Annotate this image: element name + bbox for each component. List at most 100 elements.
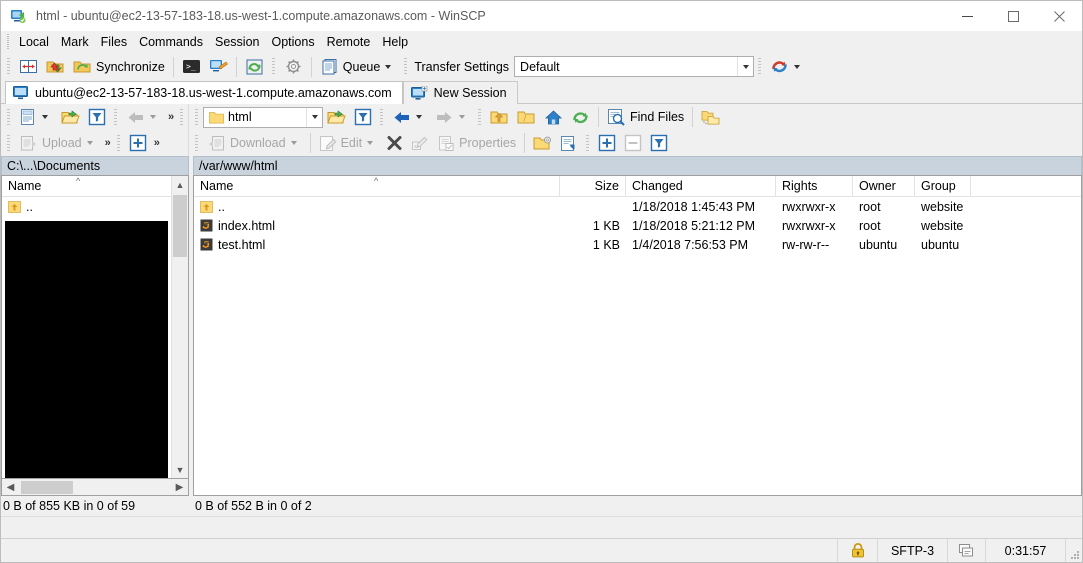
remote-filter-button[interactable] (350, 106, 376, 128)
toolbar-grip-4[interactable] (757, 57, 765, 76)
remote-header-size[interactable]: Size (560, 176, 626, 196)
local-nav-overflow-icon[interactable]: » (165, 111, 176, 123)
close-button[interactable] (1036, 1, 1082, 31)
remote-open-directory-button[interactable] (323, 106, 350, 128)
new-directory-button[interactable] (529, 132, 556, 154)
table-row[interactable]: .. (2, 197, 171, 216)
local-file-overflow-icon[interactable]: » (102, 137, 113, 149)
local-file-grip-2[interactable] (115, 133, 123, 153)
table-row[interactable]: .. 1/18/2018 1:45:43 PM rwxrwxr-x root w… (194, 197, 1081, 216)
delete-button[interactable] (382, 132, 407, 154)
synchronize-button[interactable]: Synchronize (69, 56, 169, 78)
compare-directories-button[interactable] (15, 56, 42, 78)
remote-sync-browsing-button[interactable] (697, 106, 724, 128)
menu-files[interactable]: Files (95, 32, 133, 52)
remote-header-group[interactable]: Group (915, 176, 971, 196)
remote-header-owner[interactable]: Owner (853, 176, 915, 196)
download-button[interactable]: Download (203, 132, 306, 154)
status-lock[interactable] (838, 539, 878, 562)
edit-dropdown-icon[interactable] (367, 141, 374, 145)
find-files-button[interactable]: Find Files (603, 106, 688, 128)
upload-button[interactable]: Upload (15, 132, 102, 154)
local-session-info-button[interactable] (15, 106, 57, 128)
remote-path-bar[interactable]: /var/www/html (193, 156, 1082, 175)
transfer-settings-icon-button[interactable] (766, 56, 809, 78)
local-scroll-track[interactable] (172, 193, 188, 461)
local-scroll-thumb[interactable] (173, 195, 187, 257)
local-hscroll-thumb[interactable] (21, 480, 73, 494)
local-scroll-up-icon[interactable]: ▲ (172, 176, 188, 193)
local-filter-button[interactable] (84, 106, 110, 128)
transfer-settings-icon-dropdown-icon[interactable] (794, 64, 801, 69)
local-back-dropdown-icon[interactable] (150, 115, 156, 119)
refresh-button[interactable] (241, 56, 268, 78)
remote-file-list[interactable]: Name ^ Size Changed Rights Owner Group .… (194, 176, 1081, 495)
remote-back-button[interactable] (388, 106, 431, 128)
minimize-button[interactable] (944, 1, 990, 31)
remote-path-grip[interactable] (194, 107, 201, 127)
resize-grip-icon[interactable] (1066, 539, 1082, 562)
local-open-directory-button[interactable] (57, 106, 84, 128)
menu-help[interactable]: Help (376, 32, 414, 52)
local-file-grip[interactable] (6, 133, 13, 153)
table-row[interactable]: index.html 1 KB 1/18/2018 5:21:12 PM rwx… (194, 216, 1081, 235)
status-transfer[interactable] (948, 539, 986, 562)
new-session-tab[interactable]: New Session (402, 81, 518, 104)
local-back-button[interactable] (122, 106, 165, 128)
remote-nav-grip[interactable] (379, 107, 386, 127)
remote-path-dropdown-icon[interactable] (306, 107, 322, 127)
local-horizontal-scrollbar[interactable]: ◀ ▶ (1, 479, 189, 496)
edit-button[interactable]: Edit (315, 132, 383, 154)
menu-grip[interactable] (5, 34, 11, 50)
queue-button[interactable]: Queue (316, 56, 401, 78)
menu-mark[interactable]: Mark (55, 32, 95, 52)
local-path-bar[interactable]: C:\...\Documents (1, 156, 189, 175)
menu-local[interactable]: Local (13, 32, 55, 52)
maximize-button[interactable] (990, 1, 1036, 31)
toolbar-grip-1[interactable] (6, 57, 13, 76)
remote-file-grip-2[interactable] (585, 133, 593, 153)
toolbar-grip-2[interactable] (270, 57, 278, 76)
local-vertical-scrollbar[interactable]: ▲ ▼ (171, 176, 188, 478)
preferences-button[interactable] (280, 56, 307, 78)
new-file-button[interactable] (556, 132, 582, 154)
menu-options[interactable]: Options (265, 32, 320, 52)
rename-button[interactable]: xl (407, 132, 433, 154)
local-nav-grip-2[interactable] (113, 107, 120, 127)
menu-remote[interactable]: Remote (321, 32, 377, 52)
local-scroll-down-icon[interactable]: ▼ (172, 461, 188, 478)
remote-path-combo[interactable]: html (203, 106, 323, 128)
menu-commands[interactable]: Commands (133, 32, 209, 52)
remote-header-rights[interactable]: Rights (776, 176, 853, 196)
upload-dropdown-icon[interactable] (86, 141, 93, 145)
open-in-putty-button[interactable] (205, 56, 232, 78)
remote-header-name[interactable]: Name ^ (194, 176, 560, 196)
status-protocol[interactable]: SFTP-3 (878, 539, 948, 562)
open-terminal-button[interactable]: >_ (178, 56, 205, 78)
table-row[interactable]: test.html 1 KB 1/4/2018 7:56:53 PM rw-rw… (194, 235, 1081, 254)
local-hscroll-track[interactable] (19, 480, 171, 495)
session-tab-active[interactable]: ubuntu@ec2-13-57-183-18.us-west-1.comput… (5, 81, 403, 104)
remote-forward-button[interactable] (431, 106, 474, 128)
remote-forward-dropdown-icon[interactable] (459, 115, 465, 119)
synchronize-browsing-button[interactable] (42, 56, 69, 78)
local-file-overflow-icon-2[interactable]: » (151, 137, 162, 149)
local-hscroll-right-icon[interactable]: ▶ (171, 480, 188, 495)
transfer-settings-dropdown-icon[interactable] (737, 57, 753, 76)
remote-refresh-button[interactable] (567, 106, 594, 128)
unselect-files-button[interactable] (620, 132, 646, 154)
remote-root-directory-button[interactable]: / (513, 106, 540, 128)
remote-back-dropdown-icon[interactable] (416, 115, 422, 119)
remote-parent-directory-button[interactable] (486, 106, 513, 128)
download-dropdown-icon[interactable] (290, 141, 297, 145)
transfer-settings-combo[interactable]: Default (514, 56, 755, 77)
properties-button[interactable]: Properties (433, 132, 520, 154)
local-file-list[interactable]: Name ^ .. (2, 176, 171, 478)
local-select-button[interactable] (125, 132, 151, 154)
select-files-button[interactable] (594, 132, 620, 154)
local-session-info-dropdown-icon[interactable] (42, 115, 48, 119)
toolbar-grip-3[interactable] (403, 57, 411, 76)
remote-header-changed[interactable]: Changed (626, 176, 776, 196)
local-nav-grip[interactable] (6, 107, 13, 127)
local-hscroll-left-icon[interactable]: ◀ (2, 480, 19, 495)
